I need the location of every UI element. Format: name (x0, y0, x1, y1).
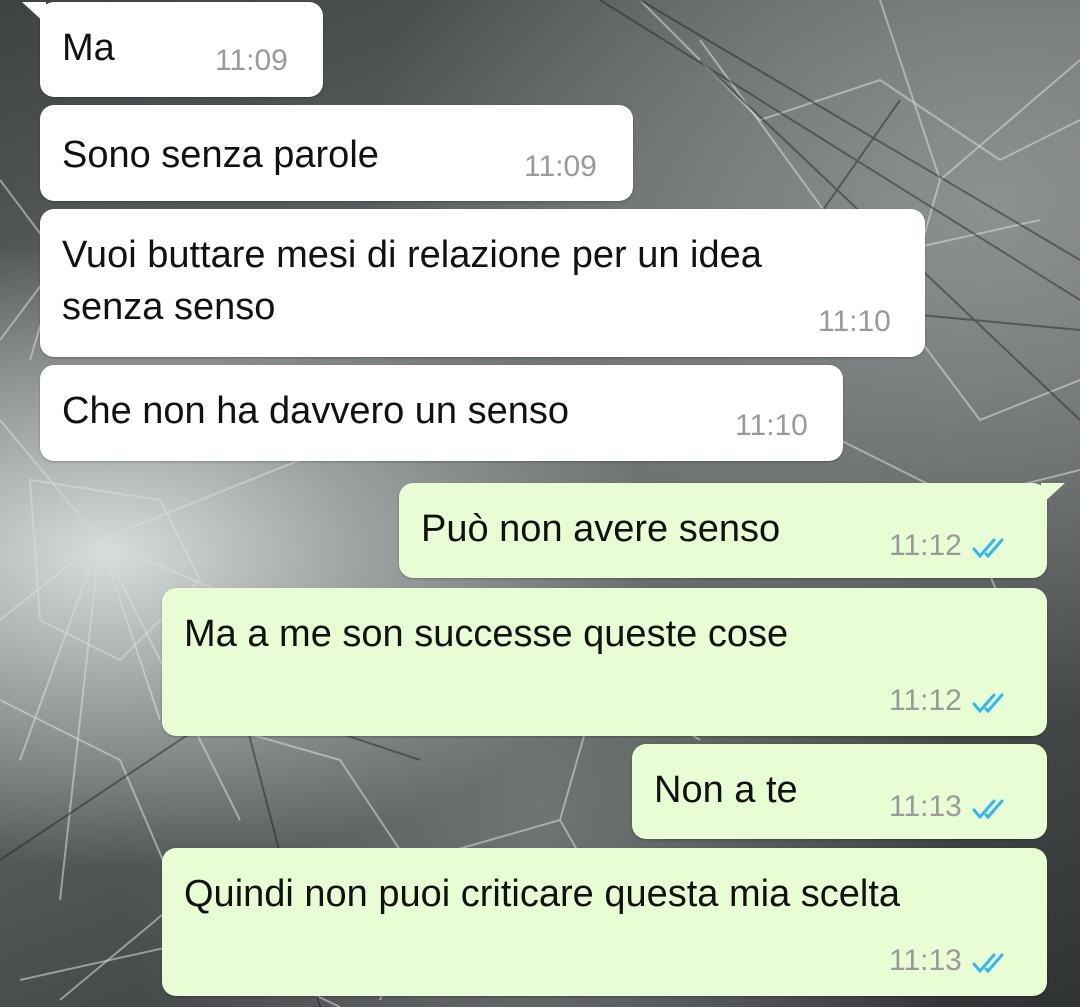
message-text: Ma (62, 27, 115, 69)
incoming-message-bubble[interactable]: Vuoi buttare mesi di relazione per un id… (40, 209, 925, 357)
message-timestamp: 11:10 (818, 305, 891, 338)
outgoing-message-bubble[interactable]: Può non avere senso 11:12 (399, 483, 1065, 578)
outgoing-message-bubble[interactable]: Ma a me son successe queste cose 11:12 (162, 588, 1047, 736)
message-meta: 11:09 (215, 44, 288, 78)
incoming-message-bubble[interactable]: Ma 11:09 (22, 2, 323, 97)
bubble-tail (1041, 483, 1065, 505)
bubble-tail (22, 2, 46, 24)
message-meta: 11:10 (818, 305, 891, 339)
message-timestamp: 11:13 (889, 790, 962, 823)
double-check-read-icon (972, 534, 1012, 559)
message-timestamp: 11:12 (889, 529, 962, 562)
message-text: Ma a me son successe queste cose (184, 613, 789, 655)
message-text: Sono senza parole (62, 134, 379, 176)
double-check-read-icon (972, 689, 1012, 714)
message-meta: 11:09 (524, 150, 597, 184)
message-meta: 11:12 (889, 684, 1012, 718)
double-check-read-icon (972, 949, 1012, 974)
message-meta: 11:10 (735, 409, 808, 443)
message-meta: 11:13 (889, 944, 1012, 978)
message-meta: 11:12 (889, 529, 1012, 563)
message-text: Può non avere senso (421, 508, 781, 550)
message-timestamp: 11:10 (735, 409, 808, 442)
outgoing-message-bubble[interactable]: Non a te 11:13 (632, 744, 1047, 839)
double-check-read-icon (972, 795, 1012, 820)
incoming-message-bubble[interactable]: Sono senza parole 11:09 (40, 105, 633, 201)
message-timestamp: 11:13 (889, 944, 962, 977)
message-text-line: senza senso (62, 286, 276, 328)
incoming-message-bubble[interactable]: Che non ha davvero un senso 11:10 (40, 365, 843, 461)
message-timestamp: 11:09 (215, 44, 288, 77)
outgoing-message-bubble[interactable]: Quindi non puoi criticare questa mia sce… (162, 848, 1047, 996)
message-meta: 11:13 (889, 790, 1012, 824)
message-text: Vuoi buttare mesi di relazione per un id… (62, 229, 762, 333)
message-text: Non a te (654, 769, 798, 811)
message-text: Quindi non puoi criticare questa mia sce… (184, 873, 901, 915)
message-text-line: Vuoi buttare mesi di relazione per un id… (62, 234, 762, 276)
message-timestamp: 11:12 (889, 684, 962, 717)
message-timestamp: 11:09 (524, 150, 597, 183)
message-text: Che non ha davvero un senso (62, 390, 570, 432)
